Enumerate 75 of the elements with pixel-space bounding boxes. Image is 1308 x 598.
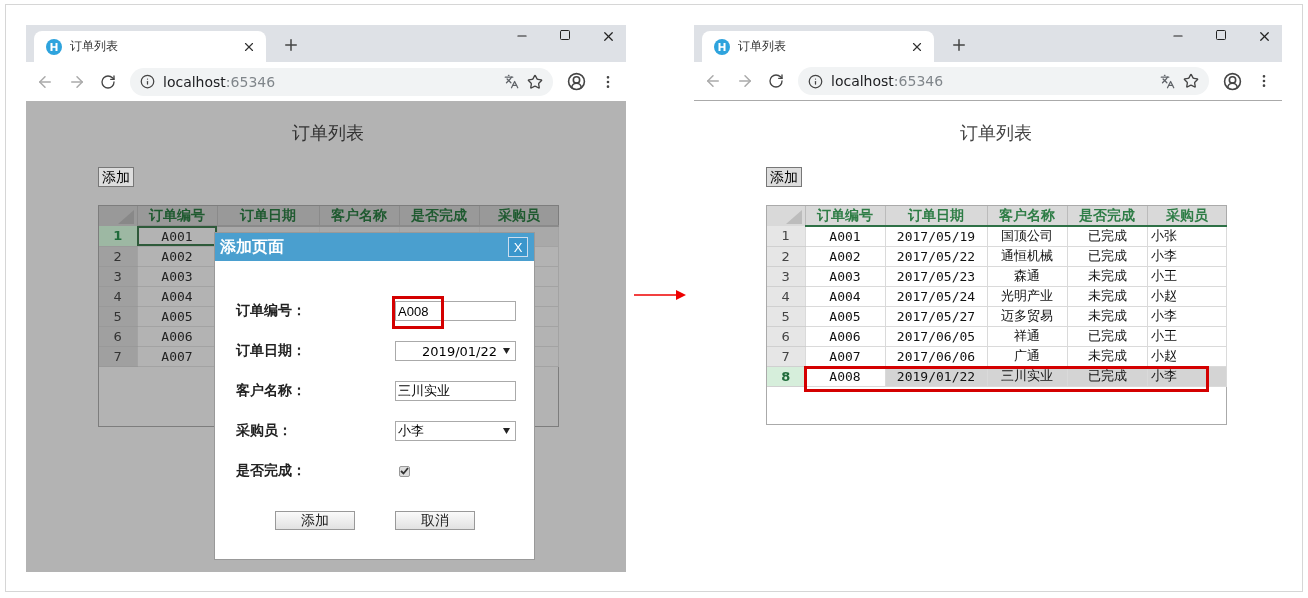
caret-icon: [503, 348, 510, 354]
row-header[interactable]: 2: [767, 246, 805, 266]
reload-icon[interactable]: [768, 73, 784, 89]
table-cell: A003: [805, 266, 885, 286]
tab-title: 订单列表: [70, 38, 119, 55]
page-title: 订单列表: [291, 122, 365, 145]
input-field[interactable]: A008: [395, 301, 516, 321]
plus-icon[interactable]: [950, 36, 968, 54]
arrow-icon: [634, 290, 686, 300]
table-cell: A001: [805, 226, 885, 246]
close-icon[interactable]: [601, 29, 616, 44]
row-header[interactable]: 5: [767, 306, 805, 326]
address-bar[interactable]: localhost:65346: [130, 67, 553, 96]
close-icon[interactable]: [1257, 29, 1272, 44]
tab-title: 订单列表: [738, 38, 787, 55]
url-text: localhost:65346: [163, 73, 277, 90]
row-header[interactable]: 6: [99, 326, 137, 346]
column-header: 订单编号: [137, 206, 217, 226]
row-header[interactable]: 4: [99, 286, 137, 306]
column-header: 订单日期: [885, 206, 987, 226]
logo-icon: [714, 38, 730, 55]
add-button[interactable]: 添加: [98, 167, 134, 187]
address-bar[interactable]: localhost:65346: [798, 67, 1209, 95]
row-header[interactable]: 2: [99, 246, 137, 266]
column-header: 订单日期: [217, 206, 319, 226]
url-text: localhost:65346: [831, 73, 945, 89]
row-header[interactable]: 1: [767, 226, 805, 246]
input-field[interactable]: 三川实业: [395, 381, 516, 401]
table-cell: A007: [805, 346, 885, 366]
logo-icon: [46, 38, 62, 55]
table-cell: A002: [805, 246, 885, 266]
column-header: 客户名称: [319, 206, 399, 226]
star-icon[interactable]: [527, 73, 543, 90]
select-field[interactable]: 小李: [395, 421, 516, 441]
table-cell: A005: [805, 306, 885, 326]
dialog-button[interactable]: 添加: [275, 511, 355, 530]
checkbox[interactable]: [399, 465, 410, 477]
dialog-button[interactable]: 取消: [395, 511, 475, 530]
field-label: 订单日期：: [236, 342, 307, 360]
column-header: 是否完成: [399, 206, 479, 226]
browser-tab[interactable]: 订单列表: [702, 31, 934, 62]
field-label: 是否完成：: [236, 462, 307, 480]
row-header[interactable]: 5: [99, 306, 137, 326]
field-label: 订单编号：: [236, 302, 307, 320]
field-label: 客户名称：: [236, 382, 307, 400]
table-cell: A004: [805, 286, 885, 306]
translate-icon[interactable]: [504, 74, 519, 89]
column-header: 采购员: [1147, 206, 1226, 226]
row-header[interactable]: 3: [767, 266, 805, 286]
reload-icon[interactable]: [100, 73, 116, 90]
column-header: 是否完成: [1067, 206, 1147, 226]
row-header[interactable]: 7: [767, 346, 805, 366]
account-icon[interactable]: [567, 72, 586, 91]
field-label: 采购员：: [236, 422, 293, 440]
table-cell: A006: [805, 326, 885, 346]
dialog-title: 添加页面: [220, 236, 284, 258]
add-button[interactable]: 添加: [766, 167, 802, 187]
info-icon[interactable]: [140, 74, 155, 89]
info-icon[interactable]: [808, 73, 823, 89]
date-field[interactable]: 2019/01/22: [395, 341, 516, 361]
column-header: 订单编号: [805, 206, 885, 226]
row-header[interactable]: 6: [767, 326, 805, 346]
row-header[interactable]: 3: [99, 266, 137, 286]
account-icon[interactable]: [1223, 71, 1242, 91]
page-title: 订单列表: [959, 122, 1033, 145]
row-header[interactable]: 8: [767, 366, 805, 386]
column-header: 采购员: [479, 206, 558, 226]
row-header[interactable]: 7: [99, 346, 137, 366]
column-header: 客户名称: [987, 206, 1067, 226]
row-header[interactable]: 4: [767, 286, 805, 306]
star-icon[interactable]: [1183, 73, 1199, 89]
translate-icon[interactable]: [1160, 73, 1175, 89]
plus-icon[interactable]: [282, 36, 300, 54]
table-cell: A001: [137, 226, 217, 246]
browser-tab[interactable]: 订单列表: [34, 31, 266, 62]
